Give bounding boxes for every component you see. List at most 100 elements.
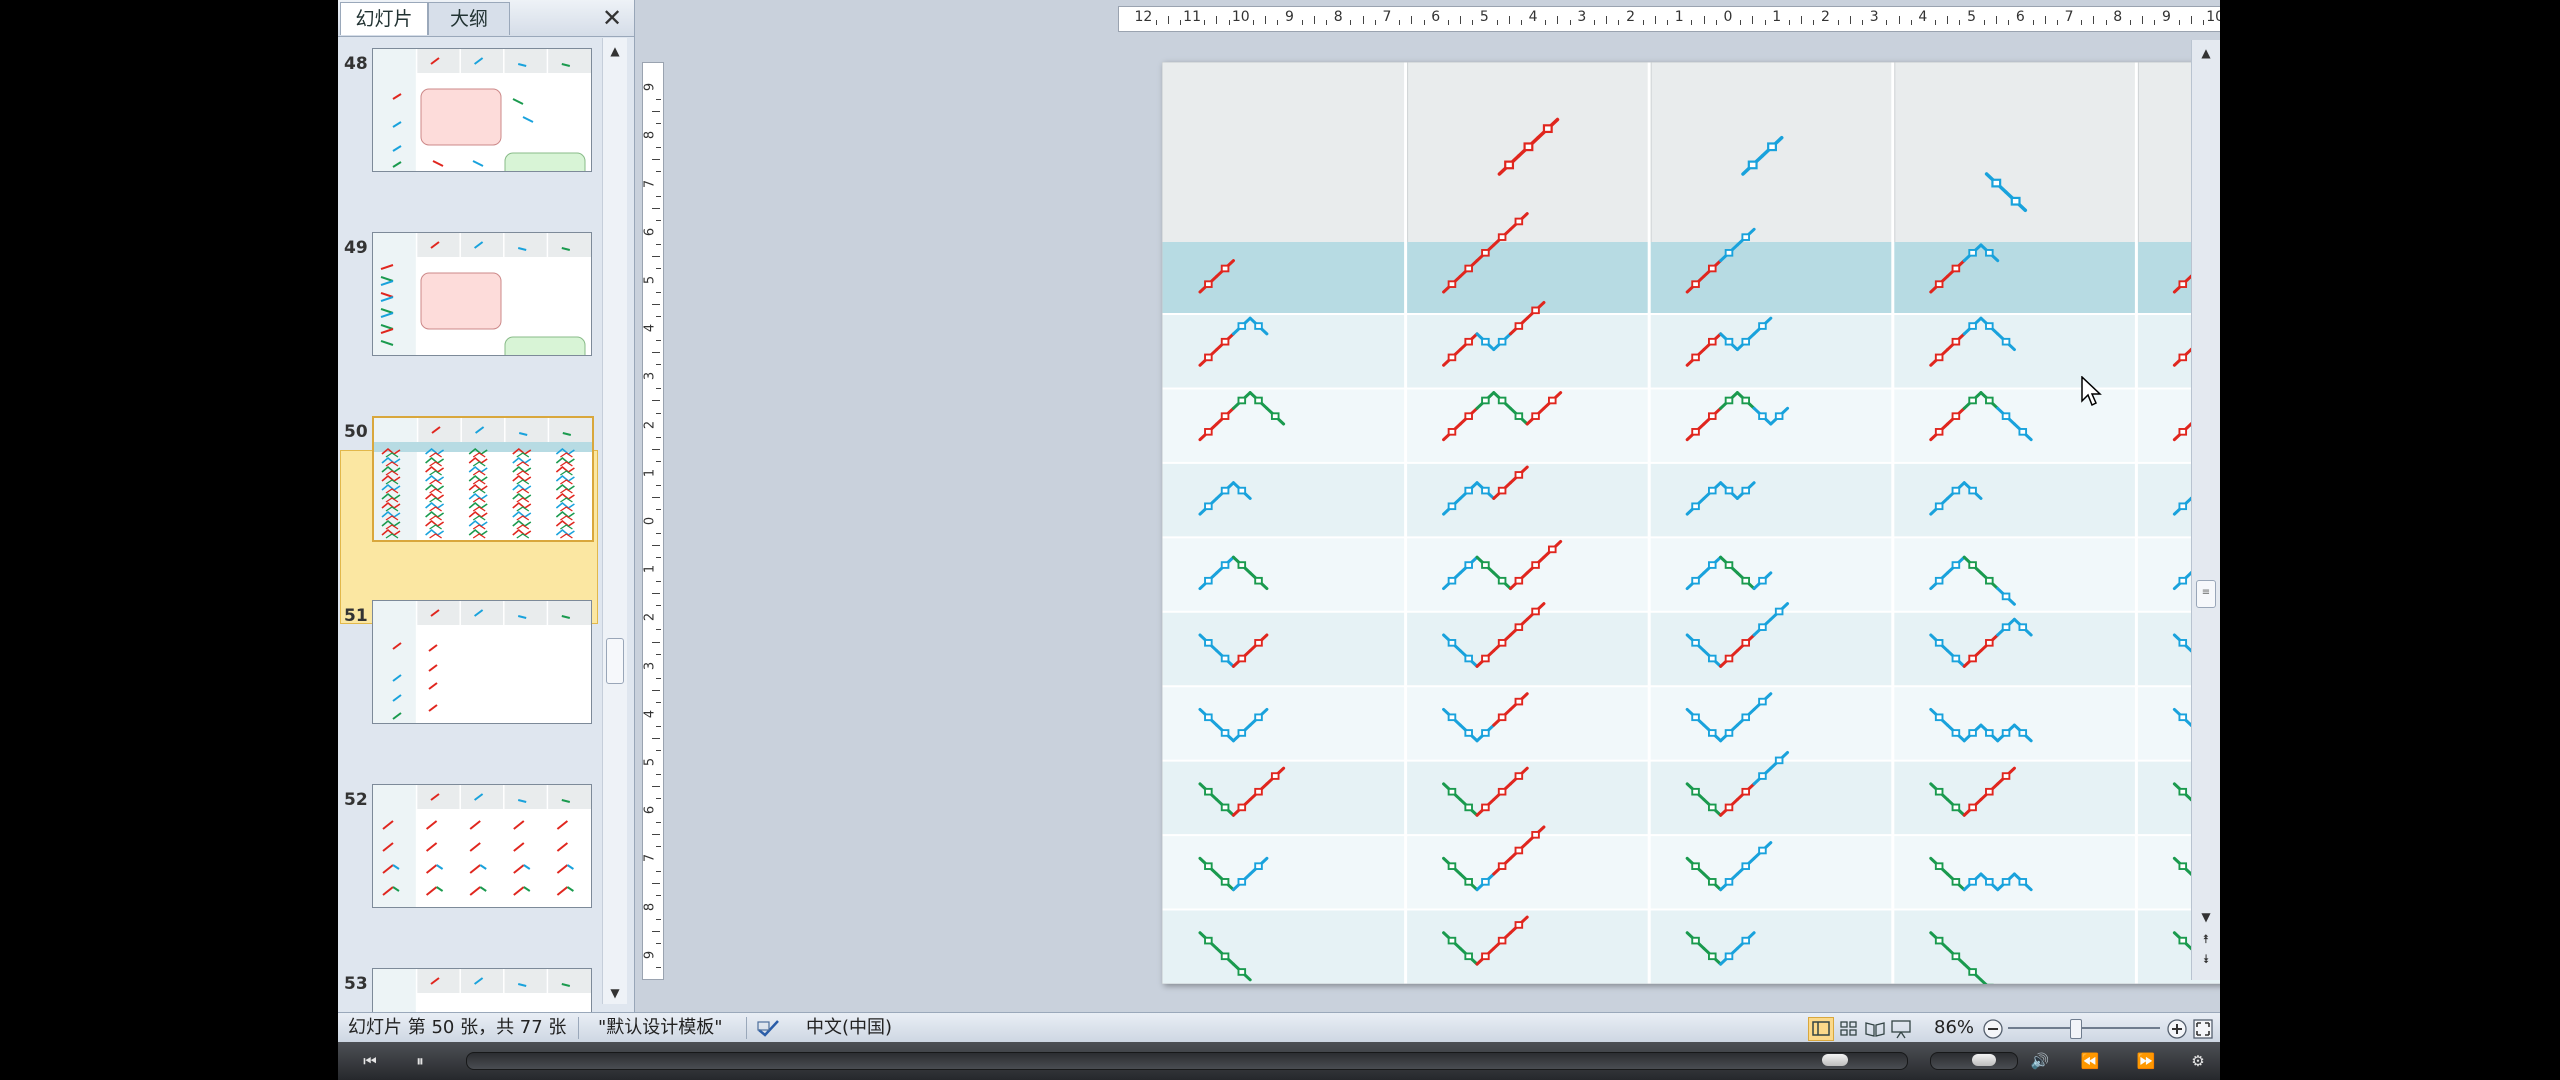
theme-name-label[interactable]: "默认设计模板" xyxy=(598,1017,723,1039)
playback-progress-handle[interactable] xyxy=(1822,1054,1849,1066)
normal-view-icon[interactable] xyxy=(1808,1017,1834,1041)
status-bar: 幻灯片 第 50 张，共 77 张 "默认设计模板" 中文(中国) 86% xyxy=(338,1012,2220,1043)
ruler-label: 7 xyxy=(642,179,658,188)
cursor-icon xyxy=(2081,376,2102,407)
ruler-label: 9 xyxy=(2162,9,2171,25)
scrollbar-handle[interactable]: ≡ xyxy=(2196,580,2216,608)
ruler-label: 0 xyxy=(642,516,658,526)
ruler-label: 7 xyxy=(2064,9,2074,25)
thumbnail-number: 52 xyxy=(344,790,368,810)
slide-thumbnail[interactable] xyxy=(372,600,592,724)
zoom-out-icon[interactable] xyxy=(1982,1018,2004,1040)
ruler-label: 2 xyxy=(642,420,658,429)
table-row xyxy=(1162,686,2220,761)
table-row xyxy=(1162,760,2220,836)
zoom-in-icon[interactable] xyxy=(2166,1018,2188,1040)
ruler-label: 8 xyxy=(642,902,658,911)
ruler-label: 3 xyxy=(642,372,658,381)
ruler-label: 7 xyxy=(642,854,658,863)
thumbnail-number: 48 xyxy=(344,54,368,74)
ruler-label: 1 xyxy=(642,565,658,574)
ruler-label: 9 xyxy=(1285,9,1294,25)
ruler-label: 10 xyxy=(2206,9,2220,25)
table-row xyxy=(1162,388,2220,463)
slide-editing-area: 1211109876543210123456789101112 98765432… xyxy=(634,0,2220,1012)
ruler-label: 5 xyxy=(642,757,658,767)
slide-thumbnail[interactable] xyxy=(372,784,592,908)
ruler-label: 5 xyxy=(642,275,658,285)
ruler-label: 4 xyxy=(642,709,658,718)
scroll-up-icon[interactable]: ▲ xyxy=(2192,42,2220,64)
thumbnail-scrollbar[interactable]: ▲ ▼ xyxy=(602,38,627,1004)
slide-table xyxy=(1161,61,2220,997)
close-icon[interactable]: ✕ xyxy=(600,4,624,32)
ruler-label: 4 xyxy=(1918,9,1928,25)
thumbnail-list: 48 49 50 51 52 53 xyxy=(338,38,602,1012)
ruler-label: 2 xyxy=(1626,9,1636,25)
scroll-down-icon[interactable]: ▼ xyxy=(2192,906,2220,928)
scrollbar-handle[interactable] xyxy=(606,638,624,684)
previous-slide-icon[interactable]: ⯭ xyxy=(2192,928,2220,950)
ruler-label: 5 xyxy=(1967,9,1977,25)
ruler-label: 1 xyxy=(1674,9,1684,25)
playback-progress-track[interactable] xyxy=(466,1052,1908,1070)
zoom-level-label[interactable]: 86% xyxy=(1934,1017,1974,1039)
slide-sorter-icon[interactable] xyxy=(1836,1017,1862,1041)
ruler-label: 9 xyxy=(642,950,658,960)
skip-back-icon[interactable]: ⏮ xyxy=(358,1050,382,1072)
next-slide-icon[interactable]: ⯯ xyxy=(2192,948,2220,970)
thumbnail-number: 49 xyxy=(344,238,368,258)
ruler-label: 0 xyxy=(1723,9,1733,25)
panel-tabs: 幻灯片 大纲 ✕ xyxy=(338,0,634,37)
scroll-up-icon[interactable]: ▲ xyxy=(603,40,627,62)
slide-count-label: 幻灯片 第 50 张，共 77 张 xyxy=(348,1017,567,1038)
vertical-ruler: 9 8 7 6 5 4 3 2 1 0 1 2 3 4 5 6 7 8 9 xyxy=(642,62,664,980)
thumbnail-number: 51 xyxy=(344,606,368,626)
zoom-slider-track[interactable] xyxy=(2008,1027,2160,1029)
scroll-down-icon[interactable]: ▼ xyxy=(603,982,627,1004)
media-player-bar: ⏮ ⏸ 🔊 ⏪ ⏩ ⚙ xyxy=(338,1042,2220,1080)
zoom-slider-handle[interactable] xyxy=(2070,1019,2082,1039)
table-row xyxy=(1162,314,2220,389)
ruler-label: 1 xyxy=(1772,9,1782,25)
slide-thumbnail[interactable] xyxy=(372,48,592,172)
table-row xyxy=(1162,611,2220,687)
tab-slides[interactable]: 幻灯片 xyxy=(340,2,428,35)
rewind-icon[interactable]: ⏪ xyxy=(2078,1050,2102,1072)
horizontal-ruler: 1211109876543210123456789101112 xyxy=(1118,6,2220,32)
pause-icon[interactable]: ⏸ xyxy=(408,1050,432,1072)
ruler-label: 3 xyxy=(1577,9,1587,25)
ruler-label: 11 xyxy=(1183,9,1201,25)
fast-forward-icon[interactable]: ⏩ xyxy=(2134,1050,2158,1072)
table-row xyxy=(1162,537,2220,612)
slide-canvas[interactable] xyxy=(1161,61,2220,997)
vertical-scrollbar[interactable]: ▲ ≡ ▼ ⯭ ⯯ xyxy=(2191,40,2220,980)
slide-thumbnail[interactable] xyxy=(372,232,592,356)
ruler-label: 8 xyxy=(2113,9,2123,25)
ruler-label: 4 xyxy=(642,324,658,333)
spellcheck-icon[interactable] xyxy=(756,1018,782,1038)
ruler-label: 8 xyxy=(642,131,658,140)
volume-icon[interactable]: 🔊 xyxy=(2028,1050,2052,1072)
table-row xyxy=(1162,909,2220,984)
reading-view-icon[interactable] xyxy=(1862,1017,1888,1041)
ruler-label: 12 xyxy=(1134,9,1153,25)
highlight-row xyxy=(1162,242,2220,314)
slide-thumbnail[interactable] xyxy=(372,416,594,542)
table-row xyxy=(1162,462,2220,538)
language-label[interactable]: 中文(中国) xyxy=(806,1017,892,1039)
slide-thumbnail[interactable] xyxy=(372,968,592,1012)
slide-thumbnail-panel: 幻灯片 大纲 ✕ 48 49 50 51 52 53 ▲ ▼ xyxy=(338,0,635,1012)
thumbnail-number: 53 xyxy=(344,974,368,994)
ruler-label: 3 xyxy=(642,661,658,670)
thumbnail-number: 50 xyxy=(344,422,368,442)
fit-window-icon[interactable] xyxy=(2192,1018,2214,1040)
slideshow-icon[interactable] xyxy=(1888,1017,1914,1041)
volume-handle[interactable] xyxy=(1972,1054,1996,1066)
header-row xyxy=(1162,62,2220,242)
ruler-label: 1 xyxy=(642,468,658,477)
ruler-label: 2 xyxy=(1820,9,1830,25)
tab-outline[interactable]: 大纲 xyxy=(428,2,510,35)
settings-icon[interactable]: ⚙ xyxy=(2186,1050,2210,1072)
ruler-label: 6 xyxy=(642,806,658,815)
